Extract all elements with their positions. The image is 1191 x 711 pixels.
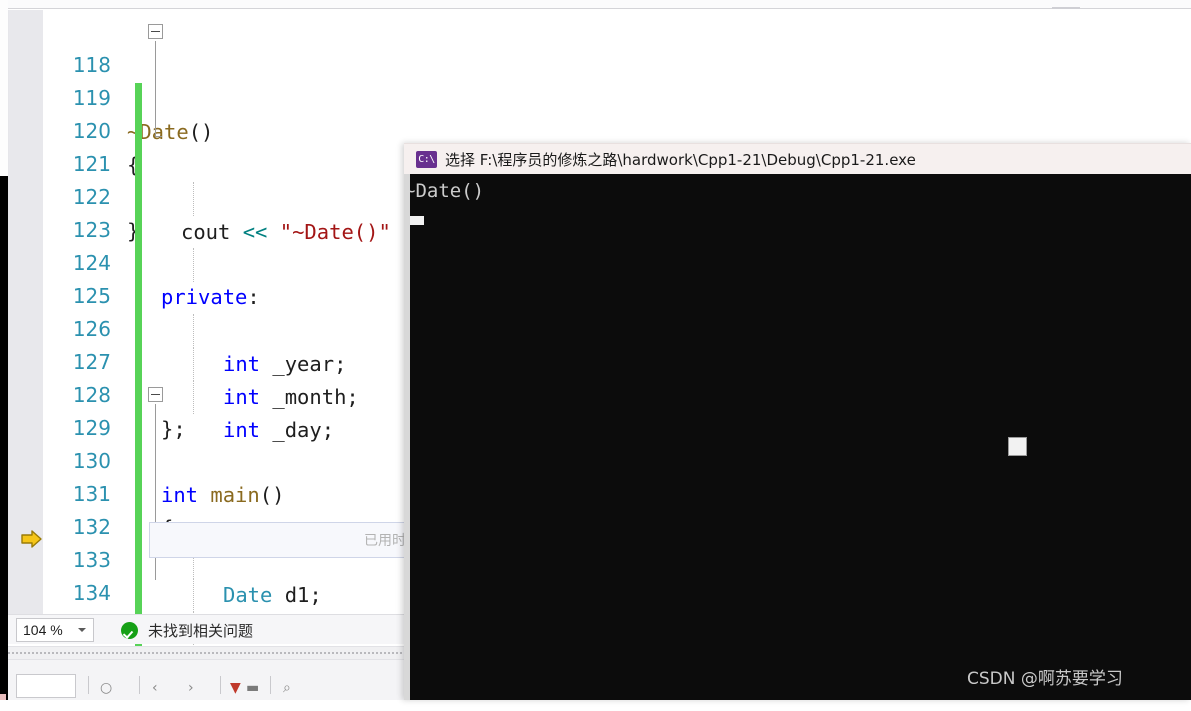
vs-top-border [8,0,1191,9]
zoom-level-dropdown[interactable]: 104 % [16,618,94,642]
screen-artifact [0,694,6,700]
indicator-margin[interactable] [9,10,43,614]
outline-guide-line [155,41,156,136]
console-app-icon: C:\ [416,151,437,168]
screen-left-edge-bottom [0,610,8,700]
collapse-toggle-main[interactable] [148,387,163,402]
current-execution-arrow-icon[interactable] [21,529,43,549]
console-cursor [410,216,424,225]
mouse-cursor-block [1008,437,1027,456]
screen-left-edge-strip [0,176,8,610]
code-line[interactable]: 119 { [43,49,1191,177]
check-circle-icon [121,622,138,639]
toolbar-separator [220,676,221,694]
search-icon[interactable]: ○ [100,680,112,696]
zoom-level-value: 104 % [23,622,63,638]
code-line[interactable]: 118 ~Date() [43,16,1191,144]
bookmark-icon[interactable]: ▼ [230,680,241,696]
console-title-text: 选择 F:\程序员的修炼之路\hardwork\Cpp1-21\Debug\Cp… [445,151,916,169]
issue-status-text: 未找到相关问题 [148,622,254,640]
collapse-toggle-destructor[interactable] [148,24,163,39]
chevron-down-icon [78,628,86,632]
watermark-text: CSDN @啊苏要学习 [967,669,1123,689]
list-icon[interactable]: ▬ [246,680,259,696]
forward-icon[interactable]: › [188,680,194,696]
console-output-line: ~Date() [410,180,485,202]
screen-left-edge-top [0,0,8,176]
toolbar-separator [139,676,140,694]
pin-icon[interactable]: ⌕ [283,680,291,696]
toolbar-separator [270,676,271,694]
outline-guide-foot [155,136,162,137]
console-output-area[interactable]: ~Date() [410,174,1191,700]
codelens-elapsed-hint: 已用时 [364,533,406,549]
code-line[interactable]: 120 cout << "~Date()" << endl; [43,82,1191,243]
search-input[interactable] [16,674,76,698]
console-window[interactable]: C:\ 选择 F:\程序员的修炼之路\hardwork\Cpp1-21\Debu… [404,143,1191,700]
back-icon[interactable]: ‹ [152,680,158,696]
toolbar-separator [88,676,89,694]
console-title-bar[interactable]: C:\ 选择 F:\程序员的修炼之路\hardwork\Cpp1-21\Debu… [404,143,1191,174]
vs-top-tick-mark [1052,7,1080,9]
